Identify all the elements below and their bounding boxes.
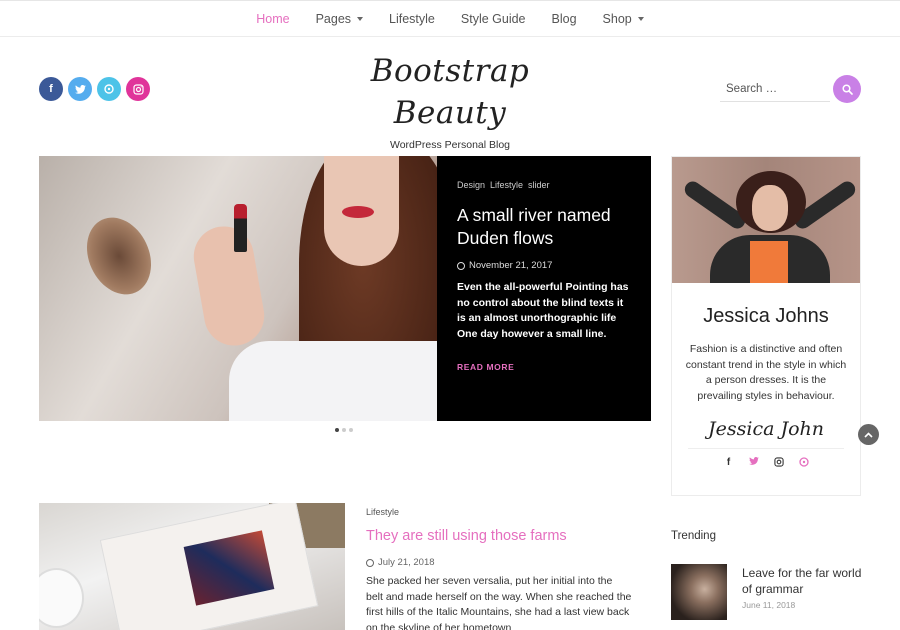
author-social-links: f [672, 457, 860, 470]
header-social-links: f [39, 77, 150, 101]
twitter-icon[interactable] [748, 457, 760, 470]
chevron-up-icon [864, 431, 873, 438]
instagram-icon[interactable] [773, 457, 785, 470]
top-navigation: Home Pages Lifestyle Style Guide Blog Sh… [0, 0, 900, 37]
slide-excerpt: Even the all-powerful Pointing has no co… [457, 281, 629, 340]
facebook-icon[interactable]: f [39, 77, 63, 101]
category-link[interactable]: Lifestyle [490, 180, 523, 190]
category-link[interactable]: slider [528, 180, 550, 190]
post-title[interactable]: They are still using those farms [366, 528, 567, 544]
nav-item-blog[interactable]: Blog [539, 12, 590, 26]
category-link[interactable]: Design [457, 180, 485, 190]
post-excerpt: She packed her seven versalia, put her i… [366, 575, 632, 630]
slide-image[interactable] [39, 156, 437, 421]
nav-item-label: Lifestyle [389, 11, 435, 26]
post-date-text: July 21, 2018 [378, 557, 435, 568]
nav-item-label: Pages [315, 11, 352, 26]
nav-item-label: Style Guide [460, 11, 526, 26]
slide-date-text: November 21, 2017 [469, 260, 553, 271]
read-more-link[interactable]: READ MORE [457, 362, 631, 372]
slide-categories: Design Lifestyle slider [457, 180, 631, 190]
search-input[interactable]: Search … [720, 76, 830, 102]
trending-heading: Trending [671, 530, 716, 542]
caret-down-icon [637, 16, 644, 21]
nav-item-lifestyle[interactable]: Lifestyle [376, 12, 448, 26]
nav-item-shop[interactable]: Shop [590, 12, 657, 26]
clock-icon [366, 558, 374, 567]
slider-dot[interactable] [342, 428, 346, 432]
slide-date: November 21, 2017 [457, 260, 631, 271]
site-branding: Bootstrap Beauty WordPress Personal Blog [330, 50, 570, 151]
nav-item-label: Home [256, 11, 290, 26]
trending-title[interactable]: Leave for the far world of grammar [742, 565, 862, 597]
nav-item-label: Blog [551, 11, 577, 26]
clock-icon [457, 261, 465, 270]
nav-item-home[interactable]: Home [243, 12, 302, 26]
search-button[interactable] [833, 75, 861, 103]
author-signature: Jessica John [708, 418, 824, 440]
pinterest-icon[interactable] [798, 457, 810, 470]
post-date: July 21, 2018 [366, 557, 435, 568]
trending-date: June 11, 2018 [742, 600, 796, 610]
author-name: Jessica Johns [703, 305, 829, 327]
post-thumbnail[interactable] [39, 503, 345, 630]
trending-thumbnail[interactable] [671, 564, 727, 620]
divider [688, 448, 844, 449]
slide-title[interactable]: A small river named Duden flows [457, 204, 631, 250]
nav-item-style-guide[interactable]: Style Guide [448, 12, 539, 26]
site-title[interactable]: Bootstrap Beauty [330, 50, 570, 134]
nav-item-pages[interactable]: Pages [303, 12, 376, 26]
slider-dot[interactable] [349, 428, 353, 432]
slider-dot[interactable] [335, 428, 339, 432]
search-form: Search … [720, 75, 861, 103]
author-bio: Fashion is a distinctive and often const… [685, 343, 847, 402]
nav-item-label: Shop [602, 11, 632, 26]
author-widget: Jessica Johns Fashion is a distinctive a… [671, 156, 861, 496]
scroll-to-top-button[interactable] [858, 424, 879, 445]
slide-caption: Design Lifestyle slider A small river na… [437, 156, 651, 421]
search-icon [841, 83, 853, 95]
slider-pagination [335, 428, 353, 432]
author-photo [672, 157, 860, 283]
post-category[interactable]: Lifestyle [366, 507, 399, 517]
pinterest-icon[interactable] [97, 77, 121, 101]
facebook-icon[interactable]: f [723, 457, 735, 470]
caret-down-icon [357, 16, 364, 21]
featured-slider: Design Lifestyle slider A small river na… [39, 156, 651, 421]
site-tagline: WordPress Personal Blog [389, 139, 511, 151]
twitter-icon[interactable] [68, 77, 92, 101]
instagram-icon[interactable] [126, 77, 150, 101]
